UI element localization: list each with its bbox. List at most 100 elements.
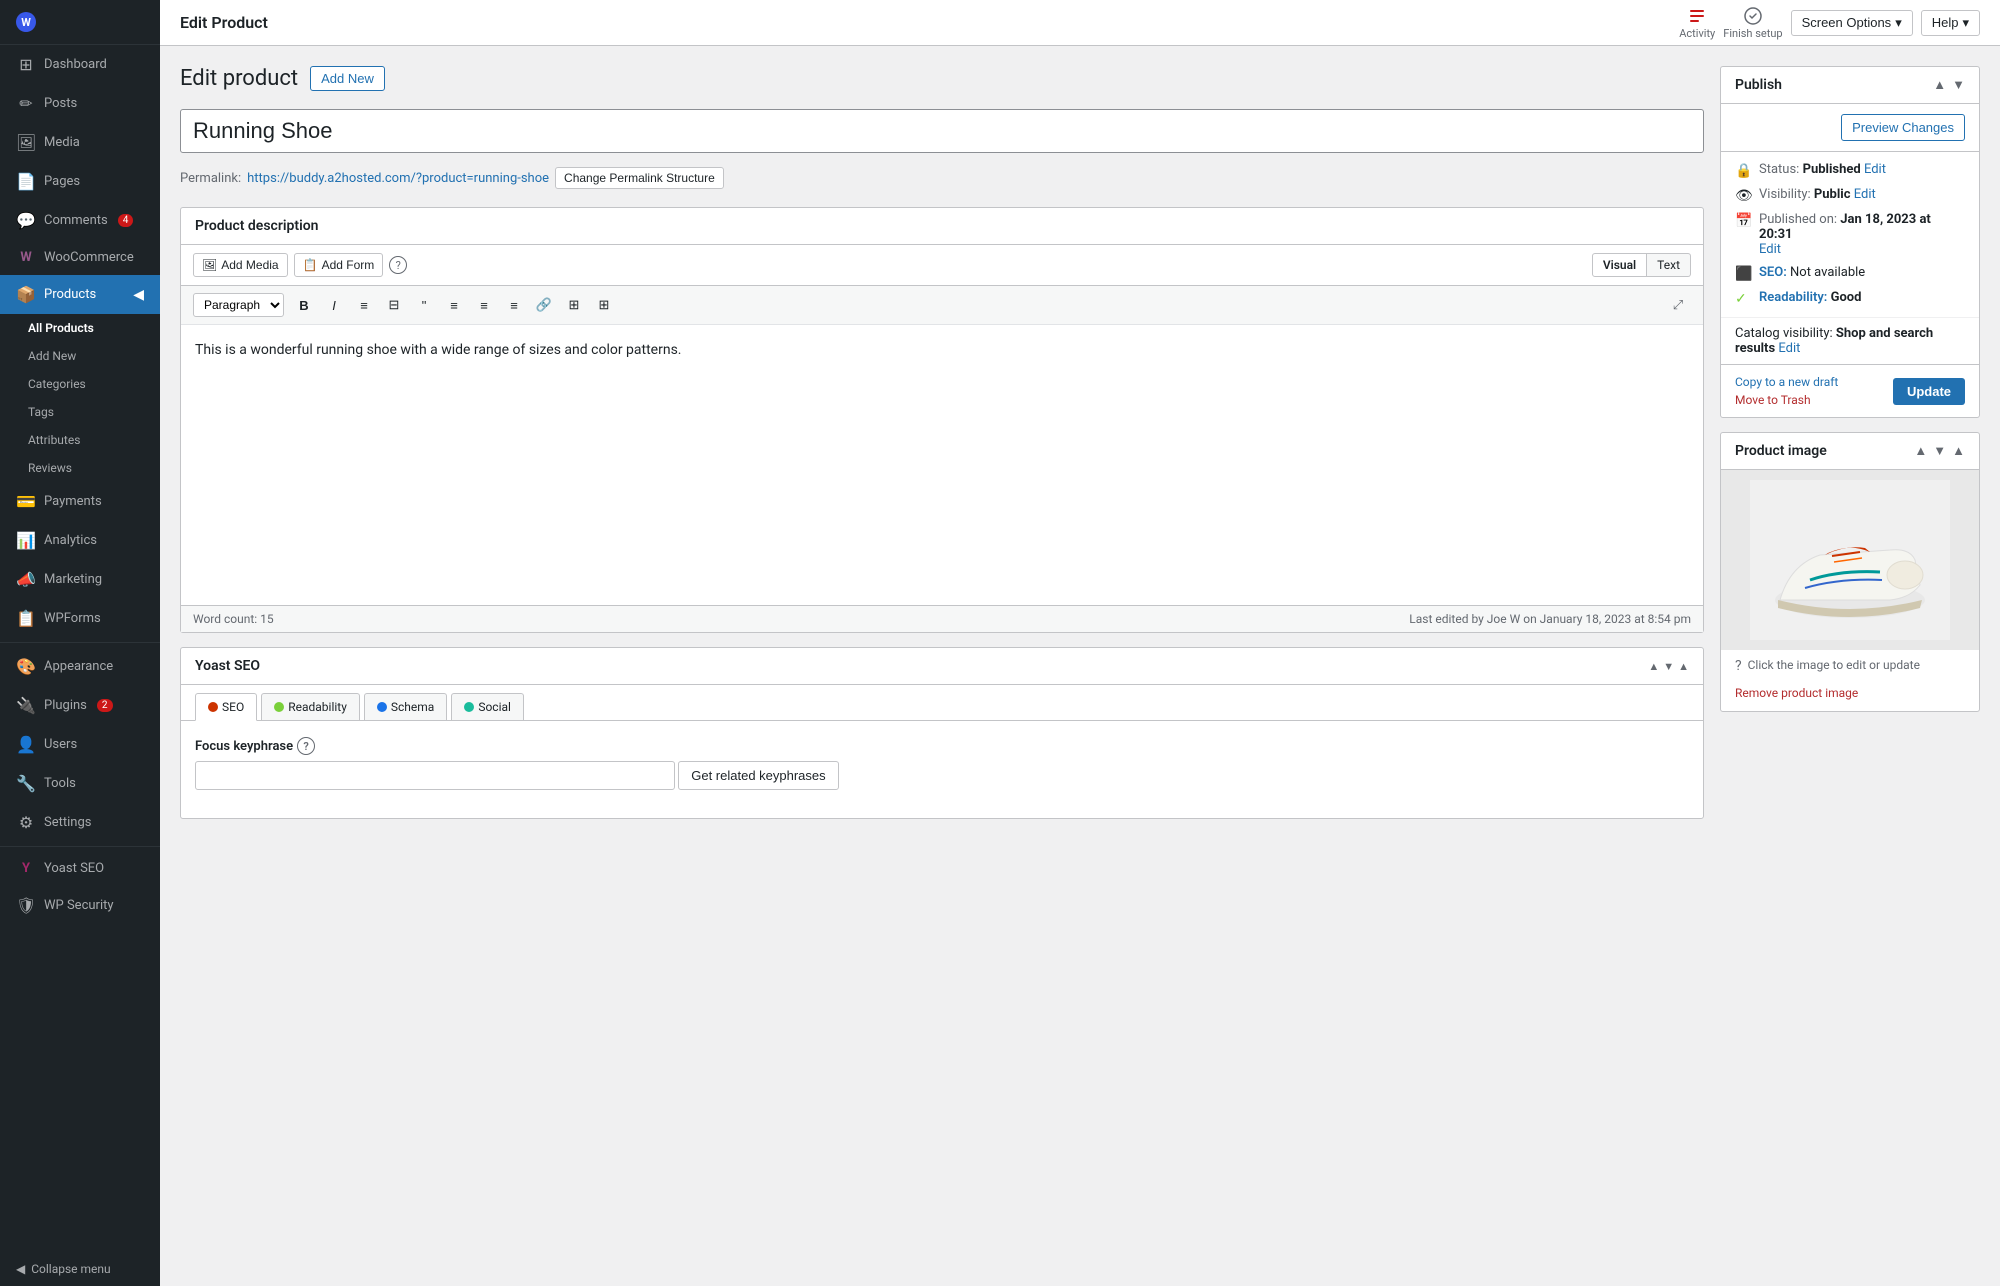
- sidebar-sub-all-products[interactable]: All Products: [0, 314, 160, 342]
- dashboard-icon: ⊞: [16, 55, 36, 74]
- get-related-keyphrases-button[interactable]: Get related keyphrases: [678, 761, 838, 790]
- readability-link[interactable]: Readability:: [1759, 290, 1827, 305]
- yoast-seo-tab-label: SEO: [222, 700, 244, 714]
- activity-button[interactable]: Activity: [1679, 6, 1715, 40]
- sidebar-item-label: WPForms: [44, 611, 101, 626]
- change-permalink-button[interactable]: Change Permalink Structure: [555, 167, 724, 189]
- yoast-tab-seo[interactable]: SEO: [195, 693, 257, 721]
- move-trash-link[interactable]: Move to Trash: [1735, 393, 1838, 407]
- sidebar-sub-add-new[interactable]: Add New: [0, 342, 160, 370]
- status-edit-link[interactable]: Edit: [1864, 162, 1886, 177]
- publish-box-header: Publish ▲ ▼: [1721, 67, 1979, 104]
- sidebar-sub-reviews[interactable]: Reviews: [0, 454, 160, 482]
- sidebar-item-woocommerce[interactable]: W WooCommerce: [0, 240, 160, 275]
- editor-help-icon[interactable]: ?: [389, 256, 407, 274]
- italic-button[interactable]: I: [320, 292, 348, 318]
- copy-draft-link[interactable]: Copy to a new draft: [1735, 375, 1838, 389]
- publish-meta: 🔒 Status: Published Edit 👁 Visibility: P…: [1721, 152, 1979, 317]
- chevron-up-icon[interactable]: ▲: [1914, 443, 1927, 459]
- sidebar-item-media[interactable]: 🖼 Media: [0, 123, 160, 162]
- expand-button[interactable]: ⤢: [1665, 292, 1691, 318]
- publish-date-row: 📅 Published on: Jan 18, 2023 at 20:31 Ed…: [1735, 212, 1965, 257]
- sidebar-item-label: Media: [44, 135, 80, 150]
- focus-keyphrase-help[interactable]: ?: [297, 737, 315, 755]
- collapse-icon: ◀: [16, 1262, 25, 1276]
- align-center-button[interactable]: ≡: [470, 292, 498, 318]
- published-edit-link[interactable]: Edit: [1759, 242, 1781, 257]
- sidebar-sub-tags[interactable]: Tags: [0, 398, 160, 426]
- sidebar-sub-attributes[interactable]: Attributes: [0, 426, 160, 454]
- add-new-button[interactable]: Add New: [310, 66, 385, 91]
- visual-tab[interactable]: Visual: [1592, 253, 1647, 277]
- focus-keyphrase-label: Focus keyphrase ?: [195, 737, 1689, 755]
- product-title-input[interactable]: [180, 109, 1704, 153]
- link-button[interactable]: 🔗: [530, 292, 558, 318]
- yoast-tab-social[interactable]: Social: [451, 693, 524, 720]
- sidebar-sub-categories[interactable]: Categories: [0, 370, 160, 398]
- product-image-thumbnail[interactable]: [1721, 470, 1979, 650]
- sidebar-item-posts[interactable]: ✏ Posts: [0, 84, 160, 123]
- seo-link[interactable]: SEO:: [1759, 265, 1787, 280]
- yoast-seo-header[interactable]: Yoast SEO ▲ ▼ ▲: [181, 648, 1703, 685]
- sidebar-item-appearance[interactable]: 🎨 Appearance: [0, 647, 160, 686]
- focus-keyphrase-input[interactable]: [195, 761, 675, 790]
- sidebar-item-tools[interactable]: 🔧 Tools: [0, 764, 160, 803]
- unordered-list-button[interactable]: ≡: [350, 292, 378, 318]
- screen-options-button[interactable]: Screen Options ▾: [1791, 10, 1913, 36]
- product-image-title: Product image: [1735, 443, 1827, 459]
- blockquote-button[interactable]: ": [410, 292, 438, 318]
- yoast-tab-readability[interactable]: Readability: [261, 693, 360, 720]
- sidebar-item-yoast[interactable]: Y Yoast SEO: [0, 851, 160, 886]
- editor-content[interactable]: This is a wonderful running shoe with a …: [181, 325, 1703, 605]
- sidebar-item-users[interactable]: 👤 Users: [0, 725, 160, 764]
- schema-dot-icon: [377, 702, 387, 712]
- sidebar-item-pages[interactable]: 📄 Pages: [0, 162, 160, 201]
- sidebar-item-wpforms[interactable]: 📋 WPForms: [0, 599, 160, 638]
- finish-setup-icon: [1743, 6, 1763, 26]
- product-image-header-icons: ▲ ▼ ▲: [1914, 443, 1965, 459]
- help-button[interactable]: Help ▾: [1921, 10, 1980, 36]
- sidebar-item-marketing[interactable]: 📣 Marketing: [0, 560, 160, 599]
- expand-icon[interactable]: ▲: [1952, 443, 1965, 459]
- sidebar-item-label: Pages: [44, 174, 80, 189]
- sidebar-item-dashboard[interactable]: ⊞ Dashboard: [0, 45, 160, 84]
- bold-button[interactable]: B: [290, 292, 318, 318]
- yoast-tab-schema[interactable]: Schema: [364, 693, 447, 720]
- align-right-button[interactable]: ≡: [500, 292, 528, 318]
- text-tab[interactable]: Text: [1647, 253, 1691, 277]
- table-button[interactable]: ⊞: [560, 292, 588, 318]
- products-icon: 📦: [16, 285, 36, 304]
- visibility-edit-link[interactable]: Edit: [1854, 187, 1876, 202]
- more-button[interactable]: ⊞: [590, 292, 618, 318]
- product-description-title: Product description: [195, 218, 318, 234]
- update-button[interactable]: Update: [1893, 378, 1965, 405]
- yoast-schema-tab-label: Schema: [391, 700, 434, 714]
- sidebar-item-comments[interactable]: 💬 Comments 4: [0, 201, 160, 240]
- sidebar-item-settings[interactable]: ⚙ Settings: [0, 803, 160, 842]
- product-description-header[interactable]: Product description: [181, 208, 1703, 245]
- remove-product-image-link[interactable]: Remove product image: [1735, 686, 1858, 700]
- sidebar-item-payments[interactable]: 💳 Payments: [0, 482, 160, 521]
- chevron-up-icon[interactable]: ▲: [1933, 77, 1946, 93]
- sidebar-item-wp-security[interactable]: 🛡 WP Security: [0, 886, 160, 925]
- add-media-button[interactable]: 🖼 Add Media: [193, 253, 288, 277]
- paragraph-select[interactable]: Paragraph: [193, 293, 284, 317]
- sidebar-item-analytics[interactable]: 📊 Analytics: [0, 521, 160, 560]
- ordered-list-button[interactable]: ⊟: [380, 292, 408, 318]
- add-form-label: Add Form: [322, 258, 375, 272]
- chevron-down-icon[interactable]: ▼: [1933, 443, 1946, 459]
- finish-setup-button[interactable]: Finish setup: [1723, 6, 1782, 40]
- collapse-icon[interactable]: ▲: [1678, 660, 1689, 673]
- permalink-url[interactable]: https://buddy.a2hosted.com/?product=runn…: [247, 171, 549, 186]
- add-form-button[interactable]: 📋 Add Form: [294, 253, 384, 277]
- chevron-up-icon[interactable]: ▲: [1648, 660, 1659, 673]
- chevron-down-icon[interactable]: ▼: [1952, 77, 1965, 93]
- chevron-down-icon[interactable]: ▼: [1663, 660, 1674, 673]
- align-left-button[interactable]: ≡: [440, 292, 468, 318]
- preview-changes-button[interactable]: Preview Changes: [1841, 114, 1965, 141]
- catalog-edit-link[interactable]: Edit: [1778, 341, 1800, 356]
- sidebar-item-products[interactable]: 📦 Products ◀: [0, 275, 160, 314]
- collapse-menu-button[interactable]: ◀ Collapse menu: [0, 1252, 160, 1286]
- sidebar-item-plugins[interactable]: 🔌 Plugins 2: [0, 686, 160, 725]
- main-content: Edit Product Activity Finish setup Scree…: [160, 0, 2000, 1286]
